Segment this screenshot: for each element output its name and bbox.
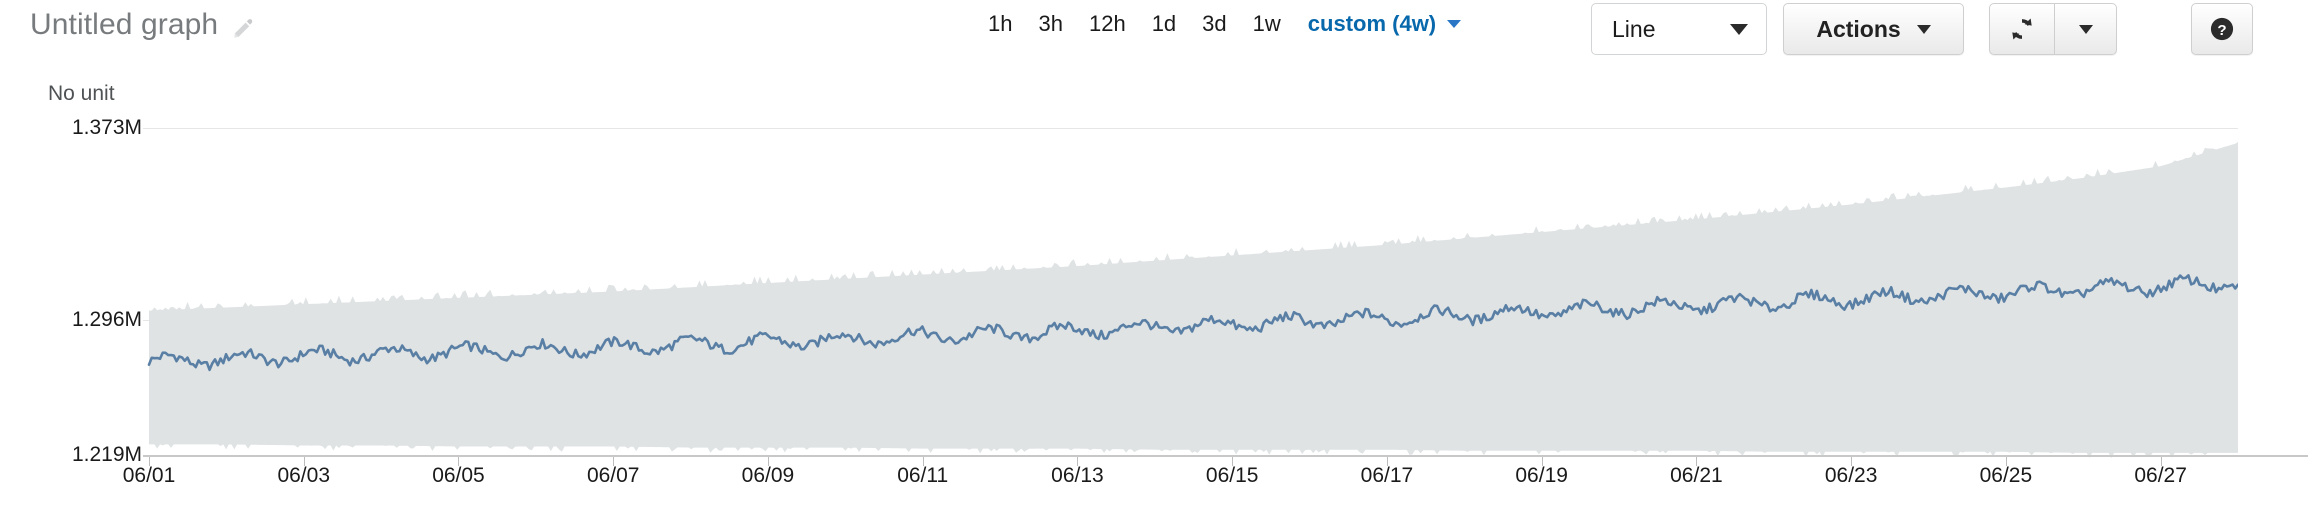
graph-toolbar: Untitled graph 1h 3h 12h 1d 3d 1w custom… [0, 0, 2318, 72]
time-range-1d[interactable]: 1d [1139, 9, 1189, 39]
chevron-down-icon[interactable] [1447, 20, 1462, 28]
x-tick-mark [1077, 457, 1079, 466]
x-tick-label: 06/19 [1515, 464, 1568, 487]
x-tick-mark [2160, 457, 2162, 466]
x-tick-mark [458, 457, 460, 466]
time-range-1w[interactable]: 1w [1240, 9, 1294, 39]
chart-container: No unit 1.373M 1.296M 1.219M 06/01 06/03 0… [0, 72, 2318, 518]
x-tick-mark [1851, 457, 1853, 466]
help-circle-icon: ? [2208, 15, 2236, 43]
x-tick-label: 06/15 [1205, 464, 1259, 487]
time-range-custom[interactable]: custom (4w) [1294, 9, 1442, 39]
y-axis-unit-label: No unit [48, 82, 115, 105]
x-tick-label: 06/05 [432, 464, 485, 487]
plot-area[interactable] [143, 72, 2238, 472]
x-tick-mark [613, 457, 615, 466]
actions-button-label: Actions [1816, 15, 1901, 42]
chevron-down-icon [2078, 24, 2093, 34]
refresh-options-button[interactable] [2055, 3, 2117, 55]
x-tick-mark [767, 457, 769, 466]
x-tick-label: 06/27 [2134, 464, 2187, 487]
band-area-minmax [149, 141, 2238, 459]
x-tick-label: 06/23 [1824, 464, 1878, 487]
svg-text:?: ? [2217, 22, 2226, 39]
chevron-down-icon [1916, 24, 1931, 34]
refresh-icon [2008, 15, 2036, 43]
series-canvas [147, 141, 2238, 459]
pencil-icon[interactable] [232, 17, 254, 39]
graph-title-area: Untitled graph [30, 8, 254, 42]
actions-button[interactable]: Actions [1783, 3, 1964, 55]
x-tick-mark [922, 457, 924, 466]
time-range-selector: 1h 3h 12h 1d 3d 1w custom (4w) [975, 9, 1462, 39]
x-tick-label: 06/25 [1979, 464, 2033, 487]
x-tick-label: 06/21 [1670, 464, 1723, 487]
visualization-type-value: Line [1612, 15, 1656, 42]
x-tick-mark [2005, 457, 2007, 466]
x-tick-label: 06/09 [741, 464, 795, 487]
x-tick-label: 06/13 [1051, 464, 1104, 487]
chevron-down-icon [1730, 23, 1748, 35]
x-tick-label: 06/11 [897, 464, 949, 487]
x-tick-mark [303, 457, 305, 466]
time-range-3h[interactable]: 3h [1025, 9, 1075, 39]
y-tick-label-1: 1.296M [71, 308, 142, 331]
x-tick-mark [1541, 457, 1543, 466]
x-tick-label: 06/07 [586, 464, 640, 487]
x-axis-line [143, 455, 2308, 457]
page-title: Untitled graph [30, 8, 219, 41]
x-tick-label: 06/17 [1360, 464, 1414, 487]
help-button[interactable]: ? [2191, 3, 2253, 55]
refresh-button[interactable] [1989, 3, 2055, 55]
time-range-1h[interactable]: 1h [975, 9, 1025, 39]
x-tick-mark [149, 457, 150, 466]
x-tick-label: 06/03 [277, 464, 331, 487]
y-tick-label-2: 1.373M [71, 116, 142, 139]
visualization-type-select[interactable]: Line [1591, 3, 1767, 55]
x-tick-mark [1232, 457, 1234, 466]
time-range-3d[interactable]: 3d [1189, 9, 1239, 39]
x-tick-mark [1696, 457, 1698, 466]
x-tick-label: 06/01 [122, 464, 176, 487]
x-tick-mark [1386, 457, 1388, 466]
refresh-split-button [1989, 3, 2117, 55]
time-range-12h[interactable]: 12h [1076, 9, 1139, 39]
